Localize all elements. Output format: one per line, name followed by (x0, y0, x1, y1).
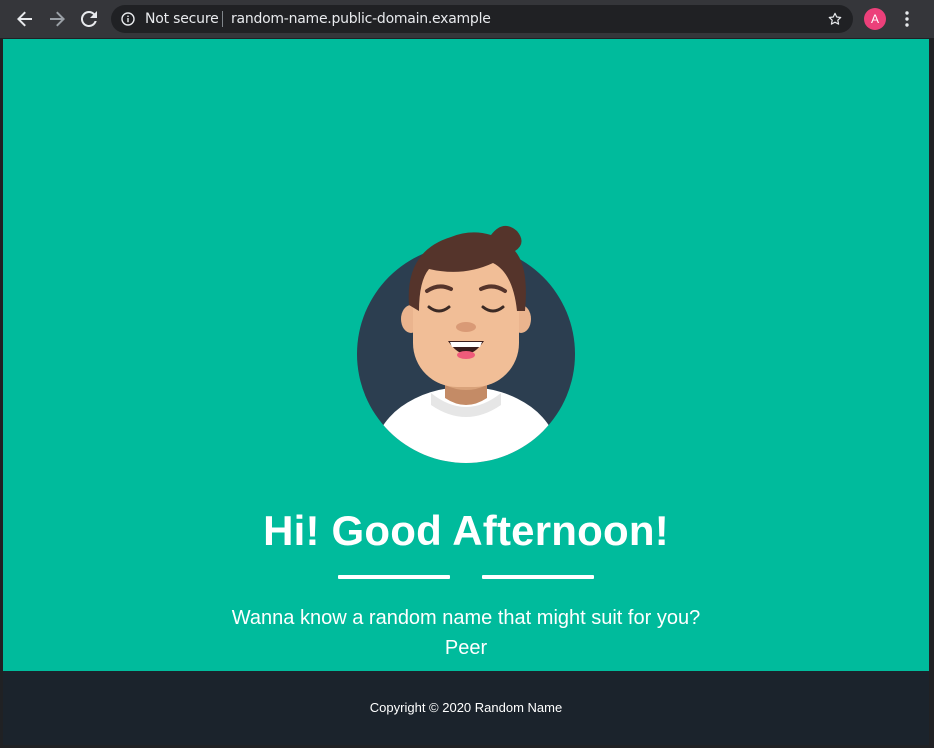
random-name-value: Peer (444, 637, 488, 659)
reload-icon (81, 11, 97, 27)
random-name-question: Wanna know a random name that might suit… (231, 607, 701, 629)
hero-section: Hi! Good Afternoon! Wanna know a random … (3, 39, 929, 671)
info-icon[interactable] (121, 12, 135, 26)
back-arrow-icon (17, 11, 32, 27)
page-footer: Copyright © 2020 Random Name (3, 671, 929, 745)
browser-toolbar: Not secure random-name.public-domain.exa… (0, 0, 934, 38)
profile-avatar[interactable]: A (864, 8, 886, 30)
more-vert-icon[interactable] (900, 10, 914, 28)
security-label[interactable]: Not secure (145, 11, 219, 27)
smiling-person-avatar (357, 225, 575, 463)
divider-left (338, 575, 450, 579)
forward-arrow-icon (50, 11, 65, 27)
omnibox-separator (222, 11, 223, 27)
greeting-title: Hi! Good Afternoon! (263, 507, 669, 554)
url-text[interactable]: random-name.public-domain.example (231, 11, 491, 27)
back-button[interactable] (11, 5, 39, 33)
reload-button[interactable] (75, 5, 103, 33)
copyright-text: Copyright © 2020 Random Name (369, 700, 563, 715)
address-bar[interactable]: Not secure random-name.public-domain.exa… (111, 5, 853, 33)
star-icon[interactable] (827, 11, 843, 27)
forward-button[interactable] (43, 5, 71, 33)
page-viewport: Hi! Good Afternoon! Wanna know a random … (3, 39, 929, 745)
divider-right (482, 575, 594, 579)
